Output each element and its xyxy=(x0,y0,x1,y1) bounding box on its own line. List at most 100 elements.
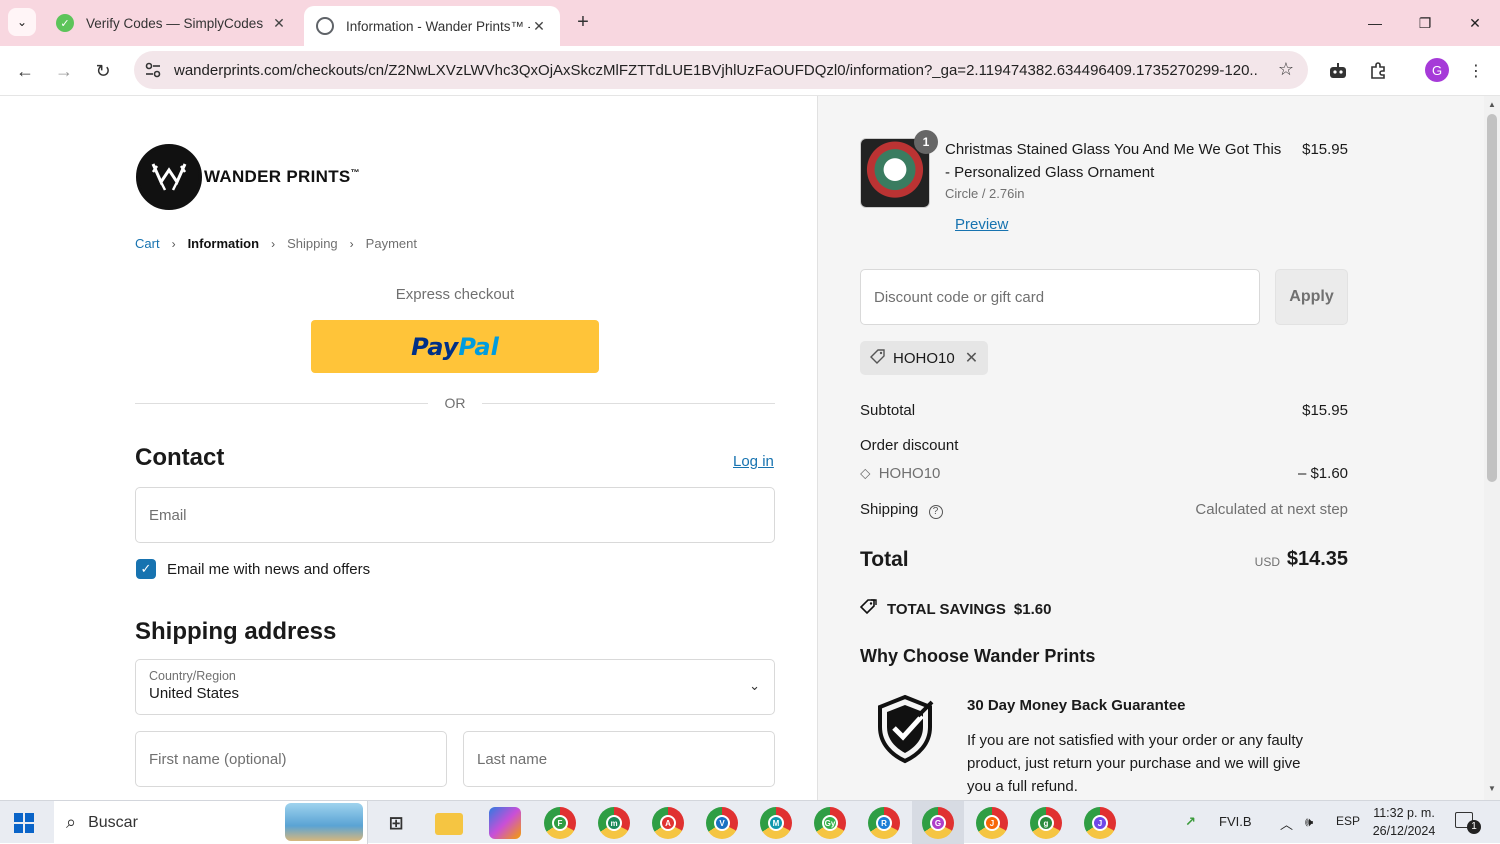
browser-toolbar: ← → ↻ wanderprints.com/checkouts/cn/Z2Nw… xyxy=(0,46,1500,96)
why-choose-heading: Why Choose Wander Prints xyxy=(860,646,1096,666)
search-icon: ⌕ xyxy=(66,812,77,832)
copilot-icon[interactable] xyxy=(489,807,521,839)
extension-robot-icon[interactable] xyxy=(1323,56,1353,86)
chevron-down-icon: ⌄ xyxy=(16,15,28,29)
subtotal-row: Subtotal $15.95 xyxy=(860,402,1348,419)
address-bar[interactable]: wanderprints.com/checkouts/cn/Z2NwLXVzLW… xyxy=(134,51,1308,89)
express-checkout-label: Express checkout xyxy=(395,286,515,303)
chrome-profile-icon[interactable]: V xyxy=(706,807,738,839)
back-button[interactable]: ← xyxy=(10,56,40,86)
chrome-profile-icon[interactable]: m xyxy=(598,807,630,839)
discount-code-input[interactable]: Discount code or gift card xyxy=(860,269,1260,325)
notification-count: 1 xyxy=(1467,820,1481,834)
chrome-profile-icon[interactable]: Gy xyxy=(814,807,846,839)
forward-button[interactable]: → xyxy=(49,56,79,86)
restore-button[interactable]: ❐ xyxy=(1410,8,1440,38)
tag-icon: ⬦ xyxy=(860,465,871,482)
site-settings-icon[interactable] xyxy=(144,61,162,79)
product-variant: Circle / 2.76in xyxy=(945,186,1025,201)
contact-heading: Contact xyxy=(135,444,225,471)
chrome-profile-icon[interactable]: J xyxy=(976,807,1008,839)
product-title: Christmas Stained Glass You And Me We Go… xyxy=(945,141,1282,181)
tab-search-button[interactable]: ⌄ xyxy=(8,8,36,36)
stock-trend-icon[interactable]: ↗ xyxy=(1185,814,1196,830)
chrome-profile-icon[interactable]: M xyxy=(760,807,792,839)
subtotal-label: Subtotal xyxy=(860,402,916,419)
close-window-button[interactable]: ✕ xyxy=(1460,8,1490,38)
applied-discount-chip: HOHO10 ✕ xyxy=(860,341,989,375)
tab-simplycodes[interactable]: ✓ Verify Codes — SimplyCodes ✕ xyxy=(44,6,300,40)
discount-code-row: ⬦ HOHO10 – $1.60 xyxy=(860,465,1348,482)
profile-letter: G xyxy=(930,815,946,831)
shield-check-icon xyxy=(878,694,934,764)
email-field[interactable]: Email xyxy=(135,487,775,543)
country-value: United States xyxy=(149,685,240,702)
store-logo[interactable]: WANDER PRINTS™ xyxy=(136,144,360,210)
breadcrumb-information: Information xyxy=(187,236,260,251)
file-explorer-icon[interactable] xyxy=(435,813,463,835)
remove-discount-icon[interactable]: ✕ xyxy=(965,348,978,368)
currency-code: USD xyxy=(1254,555,1280,569)
new-tab-button[interactable]: + xyxy=(570,10,596,36)
clock[interactable]: 11:32 p. m. 26/12/2024 xyxy=(1368,804,1440,840)
first-name-field[interactable]: First name (optional) xyxy=(135,731,447,787)
more-menu-icon[interactable]: ⋮ xyxy=(1461,56,1491,86)
volume-icon[interactable]: 🕪 xyxy=(1305,814,1313,830)
guarantee-title: 30 Day Money Back Guarantee xyxy=(967,697,1186,714)
breadcrumb-cart[interactable]: Cart xyxy=(135,236,160,251)
checkout-main: WANDER PRINTS™ Cart › Information › Ship… xyxy=(0,96,818,800)
task-view-icon[interactable]: ⊞ xyxy=(380,807,412,839)
language-indicator[interactable]: ESP xyxy=(1336,814,1360,828)
preview-link[interactable]: Preview xyxy=(955,216,1008,233)
help-circle-icon[interactable]: ? xyxy=(928,505,943,519)
extensions-puzzle-icon[interactable] xyxy=(1363,56,1393,86)
breadcrumb: Cart › Information › Shipping › Payment xyxy=(135,236,417,251)
news-offers-row[interactable]: ✓ Email me with news and offers xyxy=(136,559,370,579)
reload-button[interactable]: ↻ xyxy=(88,56,118,86)
profile-letter: g xyxy=(1038,815,1054,831)
chrome-profile-icon[interactable]: F xyxy=(544,807,576,839)
close-tab-icon[interactable]: ✕ xyxy=(270,15,288,32)
apply-button[interactable]: Apply xyxy=(1275,269,1348,325)
chrome-profile-icon[interactable]: A xyxy=(652,807,684,839)
profile-avatar[interactable]: G xyxy=(1425,58,1449,82)
profile-letter: J xyxy=(984,815,1000,831)
quantity-badge: 1 xyxy=(914,130,938,154)
scroll-down-icon[interactable]: ▼ xyxy=(1488,784,1496,793)
bookmark-star-icon[interactable]: ☆ xyxy=(1278,59,1294,80)
chrome-profile-icon[interactable]: G xyxy=(922,807,954,839)
notifications-icon[interactable]: 1 xyxy=(1455,812,1481,834)
chevron-right-icon: › xyxy=(271,236,276,251)
windows-start-button[interactable] xyxy=(14,813,34,833)
total-label: Total xyxy=(860,548,909,571)
profile-letter: A xyxy=(660,815,676,831)
shipping-value: Calculated at next step xyxy=(1195,501,1348,518)
country-select[interactable]: Country/Region United States ⌄ xyxy=(135,659,775,715)
tab-wanderprints[interactable]: Information - Wander Prints™ - ✕ xyxy=(304,6,560,46)
close-tab-icon[interactable]: ✕ xyxy=(530,18,548,35)
chrome-profile-icon[interactable]: J xyxy=(1084,807,1116,839)
total-value: $14.35 xyxy=(1286,548,1348,570)
savings-label: TOTAL SAVINGS xyxy=(887,600,1006,618)
breadcrumb-payment: Payment xyxy=(365,236,417,251)
tray-overflow-icon[interactable]: ︿ xyxy=(1280,814,1293,833)
news-offers-checkbox[interactable]: ✓ xyxy=(136,559,156,579)
chevron-right-icon: › xyxy=(171,236,176,251)
or-text: OR xyxy=(444,395,466,411)
login-link[interactable]: Log in xyxy=(733,453,774,470)
product-price: $15.95 xyxy=(1302,141,1348,158)
paypal-button[interactable]: Pay Pal xyxy=(311,320,599,373)
profile-letter: M xyxy=(768,815,784,831)
chevron-right-icon: › xyxy=(349,236,354,251)
chrome-profile-icon[interactable]: R xyxy=(868,807,900,839)
stock-ticker[interactable]: FVI.B xyxy=(1219,814,1252,829)
minimize-button[interactable]: — xyxy=(1360,8,1390,38)
taskbar-search[interactable]: ⌕ Buscar xyxy=(54,801,368,844)
scrollbar-thumb[interactable] xyxy=(1487,114,1497,482)
last-name-field[interactable]: Last name xyxy=(463,731,775,787)
page-scrollbar[interactable]: ▲ ▼ xyxy=(1484,96,1500,800)
order-summary: 1 Christmas Stained Glass You And Me We … xyxy=(818,96,1484,800)
profile-letter: R xyxy=(876,815,892,831)
scroll-up-icon[interactable]: ▲ xyxy=(1488,100,1496,109)
chrome-profile-icon[interactable]: g xyxy=(1030,807,1062,839)
